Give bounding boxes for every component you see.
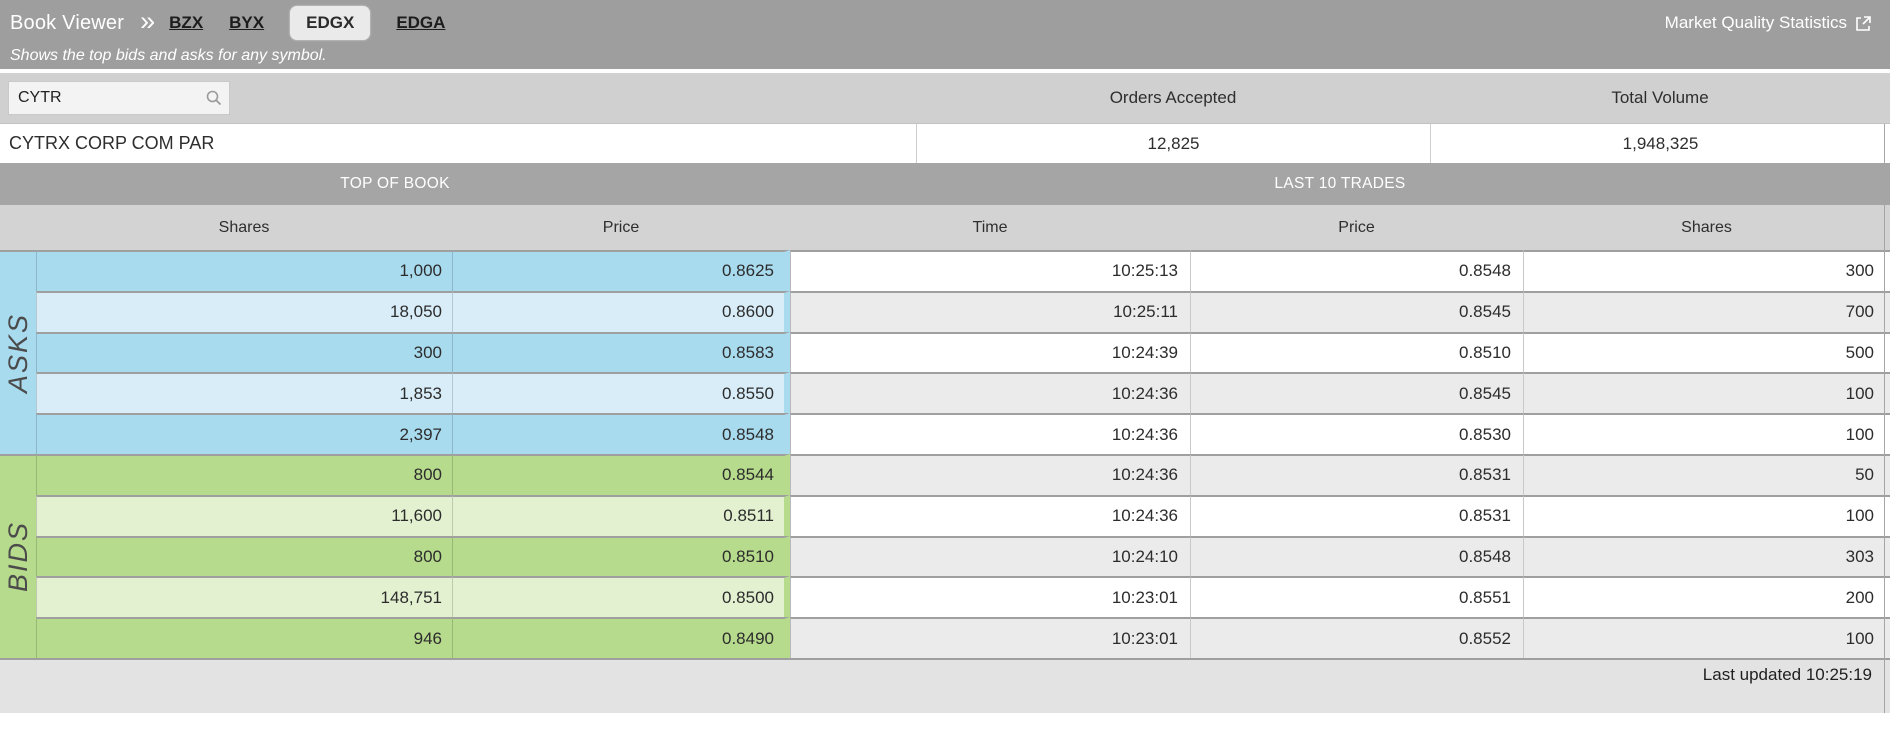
trade-shares: 100 [1523,372,1890,413]
bids-label-text: BIDS [3,521,34,592]
ask-price: 0.8550 [452,372,790,413]
trade-price: 0.8530 [1190,413,1523,454]
summary-row: CYTRX CORP COM PAR 12,825 1,948,325 [0,124,1890,163]
ask-shares: 2,397 [36,413,452,454]
page-subtitle: Shows the top bids and asks for any symb… [10,47,1872,65]
trade-price: 0.8552 [1190,617,1523,658]
trade-shares: 100 [1523,617,1890,658]
trade-price-header: Price [1190,205,1523,250]
trade-price: 0.8510 [1190,332,1523,373]
trade-shares: 300 [1523,250,1890,291]
symbol-search [8,81,230,115]
side-label-column-header [0,205,36,250]
total-volume-value: 1,948,325 [1430,124,1890,163]
trade-time: 10:24:36 [790,372,1190,413]
market-quality-statistics-link[interactable]: Market Quality Statistics [1665,13,1872,33]
trade-time: 10:23:01 [790,576,1190,617]
trade-shares: 50 [1523,454,1890,495]
trade-time: 10:24:39 [790,332,1190,373]
ask-price: 0.8600 [452,291,790,332]
toolbar: Orders Accepted Total Volume [0,73,1890,124]
trade-shares: 100 [1523,495,1890,536]
tab-bzx[interactable]: BZX [169,13,203,33]
trade-shares: 500 [1523,332,1890,373]
trade-time: 10:24:36 [790,413,1190,454]
bid-shares: 148,751 [36,576,452,617]
bid-price: 0.8490 [452,617,790,658]
orders-accepted-label: Orders Accepted [916,88,1430,108]
bid-shares: 11,600 [36,495,452,536]
trade-time: 10:24:10 [790,536,1190,577]
trade-time: 10:24:36 [790,454,1190,495]
bid-price: 0.8544 [452,454,790,495]
trade-time: 10:25:11 [790,291,1190,332]
trade-time-header: Time [790,205,1190,250]
page-title: Book Viewer [10,12,124,35]
column-header-row: Shares Price Time Price Shares [0,205,1890,250]
top-of-book-section-title: TOP OF BOOK [0,163,790,205]
trade-shares-header: Shares [1523,205,1890,250]
orders-accepted-value: 12,825 [916,124,1430,163]
trade-price: 0.8531 [1190,454,1523,495]
book-price-header: Price [452,205,790,250]
external-link-icon [1855,15,1872,32]
chevron-right-icon: » [140,8,155,39]
bid-shares: 946 [36,617,452,658]
header: Book Viewer » BZX BYX EDGX EDGA Market Q… [0,0,1890,69]
book-shares-header: Shares [36,205,452,250]
trade-time: 10:23:01 [790,617,1190,658]
tab-edgx-active[interactable]: EDGX [290,6,370,40]
ask-price: 0.8583 [452,332,790,373]
book-viewer-app: Book Viewer » BZX BYX EDGX EDGA Market Q… [0,0,1890,729]
last-updated-text: Last updated 10:25:19 [1703,665,1872,684]
book-and-trades-table: ASKS BIDS 1,000 0.8625 18,050 0.8600 300… [0,250,1890,658]
ask-shares: 1,853 [36,372,452,413]
security-name: CYTRX CORP COM PAR [0,124,916,163]
asks-section-label: ASKS [0,250,36,454]
total-volume-label: Total Volume [1430,88,1890,108]
ask-shares: 18,050 [36,291,452,332]
trade-shares: 200 [1523,576,1890,617]
trade-price: 0.8545 [1190,372,1523,413]
trade-time: 10:25:13 [790,250,1190,291]
bids-section-label: BIDS [0,454,36,658]
symbol-search-input[interactable] [8,81,230,115]
bid-price: 0.8511 [452,495,790,536]
trade-price: 0.8545 [1190,291,1523,332]
tab-byx[interactable]: BYX [229,13,264,33]
ask-price: 0.8625 [452,250,790,291]
status-bar: Last updated 10:25:19 [0,658,1890,713]
trade-price: 0.8548 [1190,536,1523,577]
trade-shares: 303 [1523,536,1890,577]
table-right-border [1884,124,1885,713]
ask-shares: 300 [36,332,452,373]
trade-shares: 100 [1523,413,1890,454]
asks-label-text: ASKS [3,313,34,393]
bid-price: 0.8500 [452,576,790,617]
ask-price: 0.8548 [452,413,790,454]
trade-price: 0.8531 [1190,495,1523,536]
last-10-trades-section-title: LAST 10 TRADES [790,163,1890,205]
bid-price: 0.8510 [452,536,790,577]
trade-time: 10:24:36 [790,495,1190,536]
tab-edga[interactable]: EDGA [396,13,445,33]
ask-shares: 1,000 [36,250,452,291]
search-icon[interactable] [205,89,223,107]
trade-shares: 700 [1523,291,1890,332]
market-quality-statistics-label: Market Quality Statistics [1665,13,1847,33]
bid-shares: 800 [36,454,452,495]
bid-shares: 800 [36,536,452,577]
section-bar: TOP OF BOOK LAST 10 TRADES [0,163,1890,205]
trade-price: 0.8548 [1190,250,1523,291]
trade-price: 0.8551 [1190,576,1523,617]
